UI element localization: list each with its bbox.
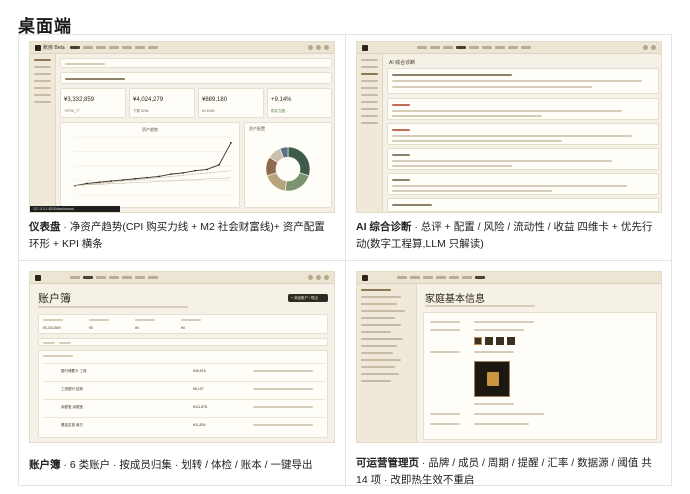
donut-slice <box>284 172 310 192</box>
panel-dashboard: 账房 Beta ¥3,332,859 +¥796_77 ¥4,024,279 下… <box>19 35 346 261</box>
series-line <box>74 170 232 187</box>
avatar-option[interactable] <box>485 337 493 345</box>
kpi-card[interactable]: ¥889,180 ¥4 ¥480 <box>198 88 264 118</box>
avatar-option[interactable] <box>496 337 504 345</box>
settings-screenshot[interactable]: 家庭基本信息 <box>356 271 662 443</box>
donut-slice <box>266 172 287 192</box>
allocation-card: 资产配置 <box>244 122 332 208</box>
accounts-kpi-strip: ¥3,332,859 ¥0 ¥0 ¥0 <box>38 314 328 334</box>
data-point <box>194 169 196 172</box>
caption-ai-diagnosis: AI 综合诊断 · 总评 + 配置 / 风险 / 流动性 / 收益 四维卡 + … <box>356 221 653 250</box>
kpi-card[interactable]: ¥3,332,859 +¥796_77 <box>60 88 126 118</box>
data-point <box>158 175 160 178</box>
data-point <box>134 177 136 180</box>
family-info-form <box>423 312 657 440</box>
avatar-option[interactable] <box>507 337 515 345</box>
data-point <box>170 173 172 176</box>
top-icons <box>308 45 329 50</box>
dashboard-screenshot[interactable]: 账房 Beta ¥3,332,859 +¥796_77 ¥4,024,279 下… <box>29 41 335 213</box>
app-topbar: 账房 Beta <box>30 42 334 54</box>
kpi-card[interactable]: ¥4,024,279 下载 ¥26k <box>129 88 195 118</box>
caption-dashboard: 仪表盘 · 净资产趋势(CPI 购买力线 + M2 社会财富线)+ 资产配置环形… <box>29 221 325 250</box>
kpi-card[interactable]: +9.14% 购买力图 - <box>267 88 332 118</box>
accounts-screenshot[interactable]: 账户簿 + 添加账户 / 导出 ¥3,332,859 ¥0 ¥0 ¥0 银行储蓄… <box>29 271 335 443</box>
app-sidebar <box>30 54 56 212</box>
app-topbar <box>357 42 661 54</box>
liquidity-dimension-card[interactable] <box>387 148 659 170</box>
app-tabs <box>70 45 158 51</box>
app-logo <box>35 45 41 51</box>
page-heading: AI 综合诊断 <box>389 60 416 66</box>
status-bar: 127.0.0.1:5200/dashboard <box>30 206 120 212</box>
priority-actions-card[interactable] <box>387 198 659 212</box>
ai-diagnosis-screenshot[interactable]: AI 综合诊断 <box>356 41 662 213</box>
app-topbar <box>30 272 334 284</box>
settings-sidebar <box>357 284 417 442</box>
risk-dimension-card[interactable] <box>387 123 659 145</box>
settings-heading: 家庭基本信息 <box>425 294 485 305</box>
return-dimension-card[interactable] <box>387 173 659 195</box>
app-brand: 账房 Beta <box>43 45 65 51</box>
screenshot-grid: 账房 Beta ¥3,332,859 +¥796_77 ¥4,024,279 下… <box>18 34 673 487</box>
data-point <box>182 172 184 174</box>
breadcrumb-bar <box>60 58 332 68</box>
asset-allocation-donut <box>265 146 311 192</box>
data-point <box>146 176 148 179</box>
account-row[interactable]: 余额宝 余额宝 ¥111,878 <box>43 399 325 415</box>
caption-settings: 可运营管理页 · 品牌 / 成员 / 周期 / 提醒 / 汇率 / 数据源 / … <box>356 457 652 486</box>
filter-bar[interactable] <box>38 338 328 346</box>
account-row[interactable]: 银行储蓄卡 工商 ¥45,915 <box>43 363 325 379</box>
panel-settings: 家庭基本信息 可运营管理页 · 品牌 / 成员 / 周期 / 提醒 / 汇率 /… <box>346 261 673 487</box>
panel-accounts: 账户簿 + 添加账户 / 导出 ¥3,332,859 ¥0 ¥0 ¥0 银行储蓄… <box>19 261 346 487</box>
panel-ai-diagnosis: AI 综合诊断 AI 综合诊断 · 总评 + 配置 / 风险 / 流动性 / 收… <box>346 35 673 261</box>
data-point <box>122 179 124 181</box>
accounts-table: 银行储蓄卡 工商 ¥45,915 工资银行 招商 ¥6,197 余额宝 余额宝 … <box>38 350 328 438</box>
accounts-heading: 账户簿 <box>38 293 71 305</box>
notice-bar <box>60 72 332 84</box>
data-point <box>206 168 208 171</box>
avatar-option[interactable] <box>474 337 482 345</box>
data-point <box>86 182 88 185</box>
net-worth-chart-card: 资产趋势 <box>60 122 240 208</box>
logo-preview[interactable] <box>474 361 510 397</box>
app-sidebar <box>357 54 383 212</box>
logo-image-icon <box>487 372 499 386</box>
data-point <box>218 163 220 166</box>
app-topbar <box>357 272 661 284</box>
data-point <box>230 141 232 144</box>
allocation-dimension-card[interactable] <box>387 98 659 120</box>
chart-title: 资产趋势 <box>142 126 158 132</box>
data-point <box>110 180 112 182</box>
add-account-button[interactable]: + 添加账户 / 导出 <box>288 294 328 302</box>
account-row[interactable]: 基金定投 南方 ¥11,839 <box>43 417 325 433</box>
donut-slice <box>287 146 311 177</box>
summary-card <box>387 68 659 94</box>
account-row[interactable]: 工资银行 招商 ¥6,197 <box>43 381 325 397</box>
caption-accounts: 账户簿 · 6 类账户 · 按成员归集 · 划转 / 体检 / 账本 / 一键导… <box>29 459 313 471</box>
series-line <box>74 142 232 187</box>
net-worth-trend-chart: 资产趋势 <box>74 126 232 196</box>
data-point <box>98 181 100 184</box>
